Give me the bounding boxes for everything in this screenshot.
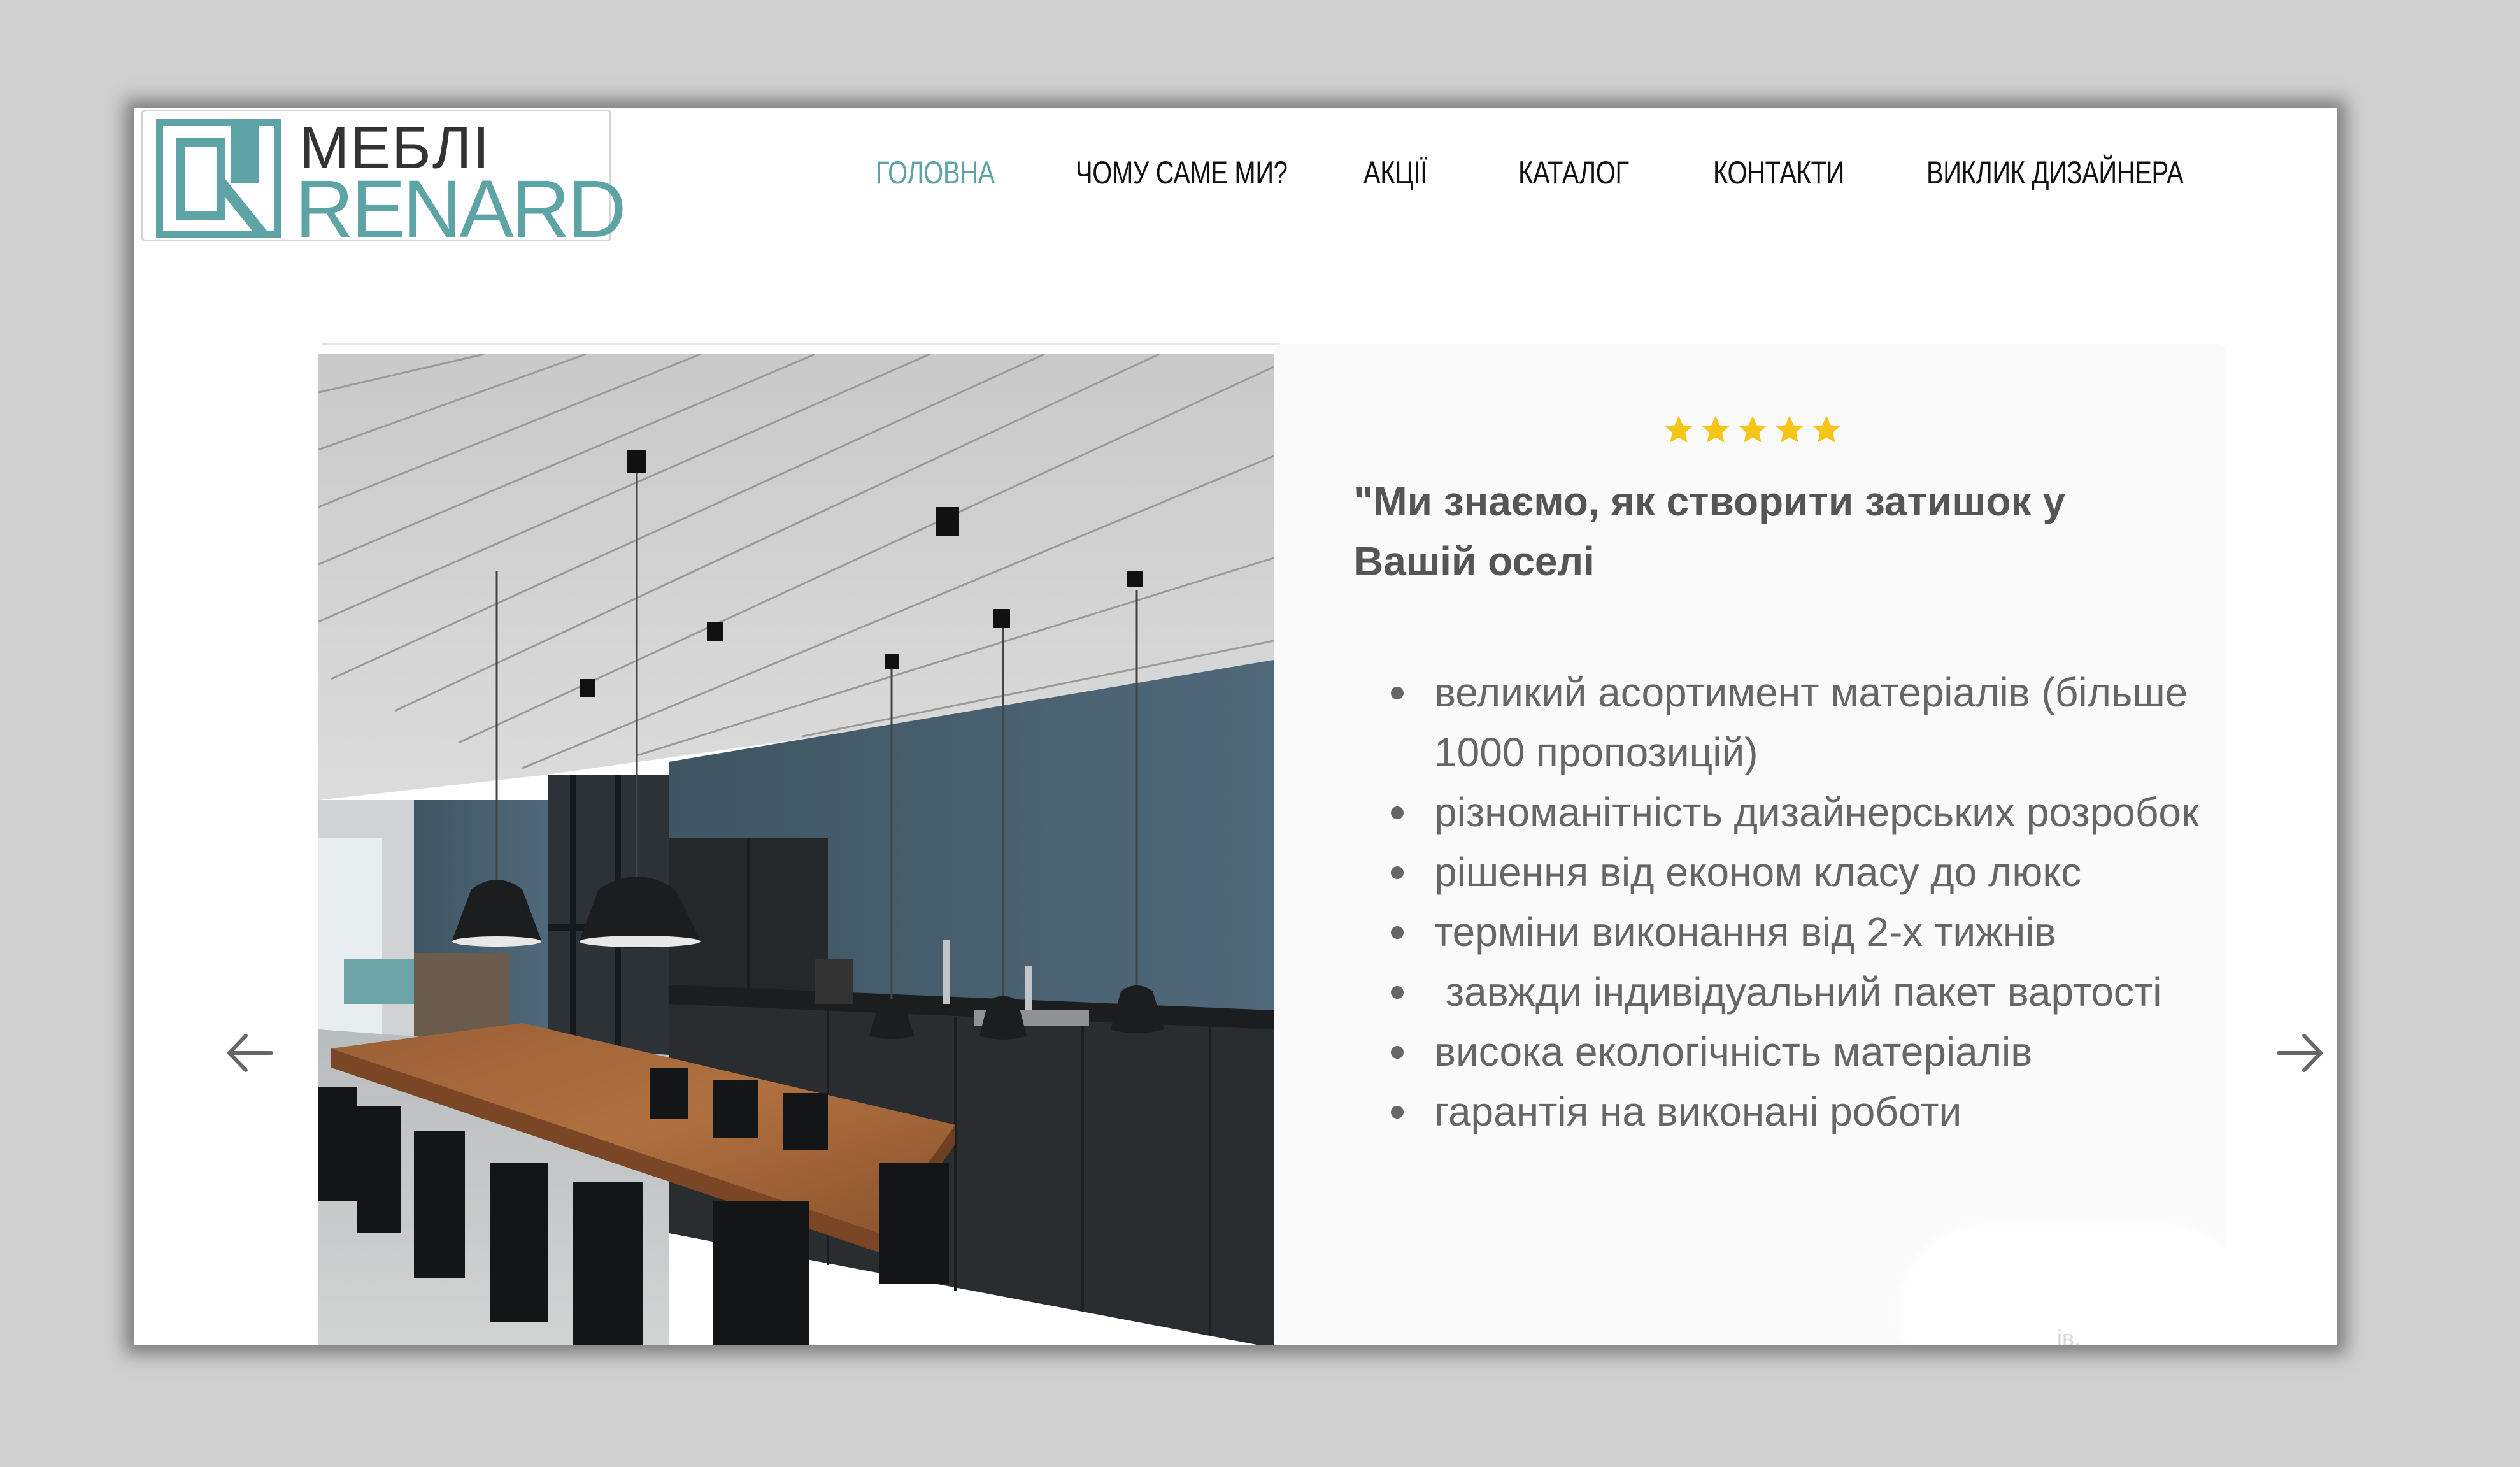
slide-divider: [322, 343, 1280, 345]
rating-stars: [1662, 413, 1843, 446]
nav-item-home[interactable]: ГОЛОВНА: [876, 154, 995, 191]
feature-item: різноманітність дизайнерських розробок: [1391, 782, 2288, 842]
slide-headline: "Ми знаємо, як створити затишок у Вашій …: [1354, 478, 2066, 584]
arrow-right-icon[interactable]: [2275, 1031, 2326, 1075]
feature-item: рішення від економ класу до люкс: [1391, 842, 2288, 902]
nav-item-contacts[interactable]: КОНТАКТИ: [1713, 154, 1844, 191]
star-icon: [1776, 415, 1804, 443]
site-logo[interactable]: МЕБЛІ RENARD: [141, 110, 626, 250]
nav-item-sales[interactable]: АКЦІЇ: [1363, 154, 1427, 191]
star-icon: [1702, 415, 1730, 443]
star-icon: [1739, 415, 1767, 443]
feature-item: гарантія на виконані роботи: [1391, 1082, 2288, 1141]
feature-item: великий асортимент матеріалів (більше 10…: [1391, 662, 2288, 782]
logo-bottom-text: RENARD: [295, 164, 626, 255]
feature-list: великий асортимент матеріалів (більше 10…: [1354, 662, 2288, 1141]
star-icon: [1812, 415, 1840, 443]
feature-item: висока екологічність матеріалів: [1391, 1022, 2288, 1082]
nav-item-why-us[interactable]: ЧОМУ САМЕ МИ?: [1076, 154, 1288, 191]
obscured-text: ів,: [2057, 1325, 2081, 1345]
nav-item-call-designer[interactable]: ВИКЛИК ДИЗАЙНЕРА: [1926, 154, 2184, 191]
browser-page: МЕБЛІ RENARD ГОЛОВНА ЧОМУ САМЕ МИ? АКЦІЇ…: [134, 108, 2337, 1345]
slide-text-card: "Ми знаємо, як створити затишок у Вашій …: [1274, 344, 2254, 1345]
arrow-left-icon[interactable]: [224, 1031, 275, 1075]
nav-item-catalog[interactable]: КАТАЛОГ: [1518, 154, 1629, 191]
feature-item: завжди індивідуальний пакет вартості: [1391, 962, 2288, 1022]
logo-mark-icon: [156, 119, 281, 238]
feature-item: терміни виконання від 2-х тижнів: [1391, 902, 2288, 962]
slide-photo-kitchen-interior: [318, 354, 1274, 1345]
star-icon: [1665, 415, 1693, 443]
